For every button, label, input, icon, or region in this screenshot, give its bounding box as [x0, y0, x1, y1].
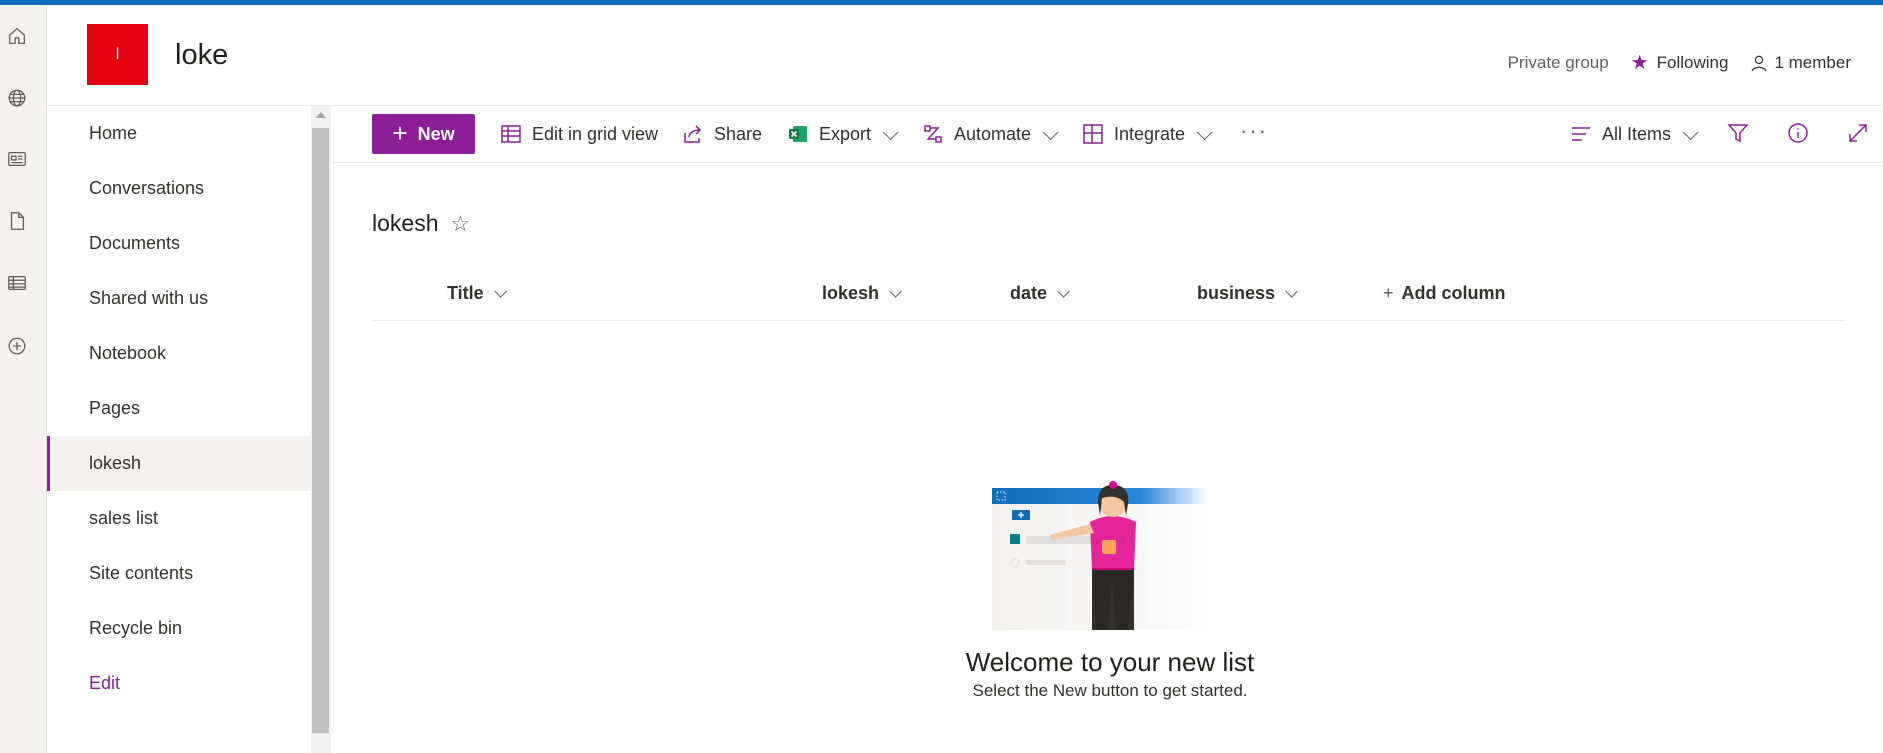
home-icon[interactable] [4, 23, 30, 49]
new-button[interactable]: + New [372, 114, 475, 154]
site-logo[interactable]: l [87, 24, 148, 85]
export-label: Export [819, 123, 872, 144]
add-column-label: Add column [1401, 283, 1506, 303]
column-header-business[interactable]: business [1197, 283, 1299, 304]
nav-item-notebook[interactable]: Notebook [47, 326, 311, 381]
list-icon[interactable] [4, 270, 30, 296]
share-icon [684, 125, 702, 143]
list-title: lokesh ☆ [372, 210, 470, 237]
nav-item-sales-list[interactable]: sales list [47, 491, 311, 546]
chevron-down-icon [1285, 285, 1299, 298]
globe-icon[interactable] [4, 85, 30, 111]
excel-icon [789, 126, 807, 142]
nav-edit-link[interactable]: Edit [47, 656, 311, 711]
empty-state-heading: Welcome to your new list [965, 647, 1255, 677]
column-header-lokesh[interactable]: lokesh [822, 283, 903, 304]
column-label: business [1197, 283, 1276, 303]
column-header-date[interactable]: date [1010, 283, 1071, 304]
chevron-down-icon [889, 285, 903, 298]
integrate-button[interactable]: Integrate [1082, 114, 1213, 154]
plus-icon: + [1383, 283, 1394, 303]
star-filled-icon: ★ [1630, 52, 1649, 74]
nav-item-home[interactable]: Home [47, 106, 311, 161]
plus-icon: + [392, 118, 408, 148]
news-icon[interactable] [4, 146, 30, 172]
column-label: Title [447, 283, 484, 303]
column-label: date [1010, 283, 1048, 303]
grid-icon [501, 125, 521, 143]
privacy-label: Private group [1507, 52, 1609, 72]
members-button[interactable]: 1 member [1750, 53, 1851, 73]
empty-list-illustration [992, 481, 1207, 630]
view-lines-icon [1572, 127, 1590, 141]
automate-label: Automate [954, 123, 1032, 144]
person-icon [1750, 54, 1768, 72]
column-header-title[interactable]: Title [447, 283, 507, 304]
nav-item-documents[interactable]: Documents [47, 216, 311, 271]
nav-item-recycle-bin[interactable]: Recycle bin [47, 601, 311, 656]
site-navigation: Home Conversations Documents Shared with… [47, 106, 311, 753]
column-label: lokesh [822, 283, 880, 303]
list-title-text: lokesh [372, 210, 439, 236]
chevron-down-icon [1682, 124, 1699, 140]
nav-item-shared-with-us[interactable]: Shared with us [47, 271, 311, 326]
share-button[interactable]: Share [682, 114, 762, 154]
chevron-down-icon [882, 124, 899, 140]
add-column-button[interactable]: + Add column [1383, 283, 1506, 304]
scroll-thumb[interactable] [312, 128, 329, 733]
more-options-icon[interactable]: ··· [1240, 118, 1268, 144]
automate-button[interactable]: Automate [922, 114, 1059, 154]
document-icon[interactable] [4, 208, 30, 234]
filter-icon[interactable] [1725, 120, 1751, 146]
site-header: l loke Private group ★ Following 1 membe… [47, 5, 1883, 106]
favorite-star-icon[interactable]: ☆ [450, 211, 470, 237]
view-label: All Items [1602, 123, 1672, 144]
expand-icon[interactable] [1845, 120, 1871, 146]
app-rail [0, 5, 47, 753]
members-label: 1 member [1774, 52, 1851, 72]
column-header-divider [372, 320, 1846, 321]
command-bar: + New Edit in grid view Share Export Aut… [332, 106, 1883, 163]
info-icon[interactable] [1785, 120, 1811, 146]
scroll-up-arrow-icon[interactable] [316, 112, 326, 118]
integrate-label: Integrate [1114, 123, 1186, 144]
chevron-down-icon [1042, 124, 1059, 140]
export-button[interactable]: Export [787, 114, 899, 154]
edit-grid-label: Edit in grid view [532, 123, 659, 144]
nav-item-pages[interactable]: Pages [47, 381, 311, 436]
add-circle-icon[interactable] [4, 333, 30, 359]
following-button[interactable]: ★ Following [1631, 50, 1729, 75]
chevron-down-icon [1196, 124, 1213, 140]
share-label: Share [714, 123, 763, 144]
chevron-down-icon [1057, 285, 1071, 298]
empty-state-subtext: Select the New button to get started. [972, 681, 1248, 700]
chevron-down-icon [493, 285, 507, 298]
nav-item-lokesh[interactable]: lokesh [47, 436, 311, 491]
edit-grid-view-button[interactable]: Edit in grid view [500, 114, 658, 154]
nav-item-conversations[interactable]: Conversations [47, 161, 311, 216]
site-title[interactable]: loke [175, 39, 228, 72]
nav-scrollbar[interactable] [311, 106, 331, 753]
integrate-icon [1083, 124, 1103, 144]
header-actions: Private group ★ Following 1 member [1486, 50, 1851, 75]
nav-item-site-contents[interactable]: Site contents [47, 546, 311, 601]
view-selector[interactable]: All Items [1570, 114, 1699, 154]
automate-icon [924, 125, 942, 143]
new-label: New [417, 123, 455, 144]
following-label: Following [1656, 52, 1729, 72]
